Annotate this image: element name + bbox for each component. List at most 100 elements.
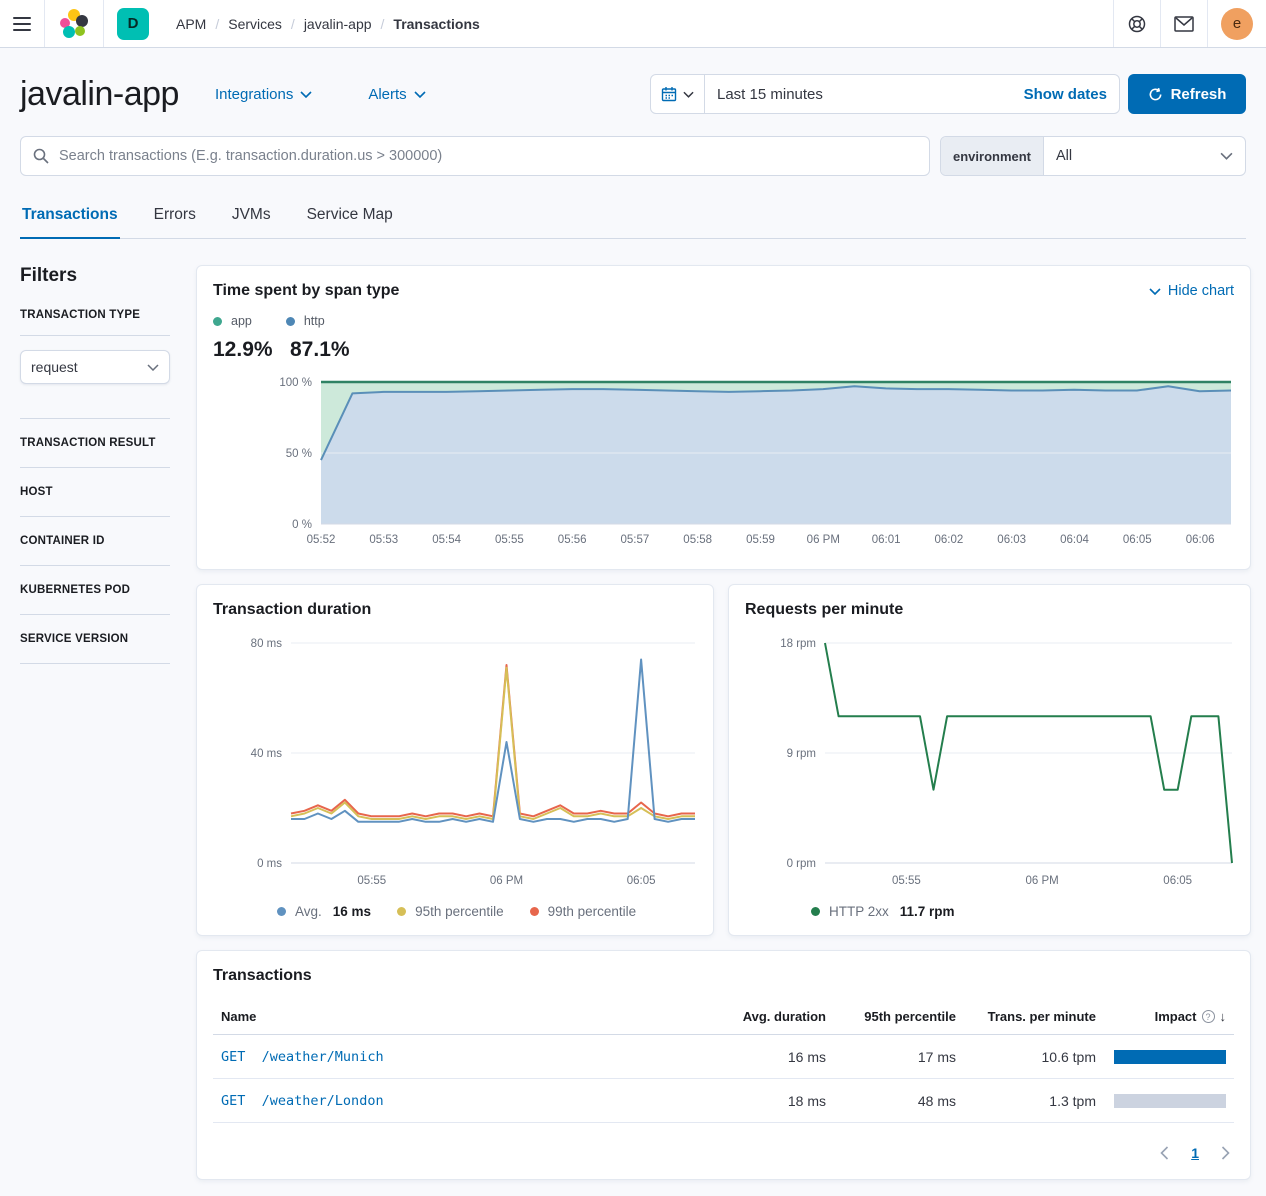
space-selector[interactable]: D xyxy=(104,0,162,47)
avg-duration-value: 16 ms xyxy=(714,1035,834,1079)
date-picker-quick-menu[interactable] xyxy=(651,75,705,113)
filter-kubernetes-pod[interactable]: KUBERNETES POD xyxy=(20,580,170,600)
duration-chart[interactable]: 0 ms40 ms80 ms05:5506 PM06:05 xyxy=(213,633,697,894)
legend-http-2xx[interactable]: HTTP 2xx 11.7 rpm xyxy=(811,904,955,919)
transactions-table: Name Avg. duration 95th percentile Trans… xyxy=(213,999,1234,1123)
requests-per-minute-panel: Requests per minute 0 rpm9 rpm18 rpm05:5… xyxy=(728,584,1251,936)
environment-select[interactable]: environment All xyxy=(940,136,1246,176)
tab-service-map[interactable]: Service Map xyxy=(305,196,395,238)
svg-text:18 rpm: 18 rpm xyxy=(780,638,816,650)
svg-text:06:05: 06:05 xyxy=(627,875,656,887)
breadcrumb-services[interactable]: Services xyxy=(228,16,282,32)
svg-text:05:56: 05:56 xyxy=(558,534,587,546)
help-menu-button[interactable] xyxy=(1114,0,1160,47)
refresh-button[interactable]: Refresh xyxy=(1128,74,1246,114)
service-tabs: Transactions Errors JVMs Service Map xyxy=(20,196,1246,239)
date-picker: Last 15 minutes Show dates xyxy=(650,74,1120,114)
rpm-title: Requests per minute xyxy=(745,601,1234,619)
page-number[interactable]: 1 xyxy=(1191,1145,1199,1161)
sort-desc-icon[interactable]: ↓ xyxy=(1220,1009,1227,1024)
app-percentage: 12.9% xyxy=(213,338,290,362)
service-header: javalin-app Integrations Alerts xyxy=(20,74,1246,114)
span-type-legend: app http xyxy=(213,314,1234,328)
alerts-menu[interactable]: Alerts xyxy=(368,86,425,103)
legend-95th[interactable]: 95th percentile xyxy=(397,904,504,919)
tab-jvms[interactable]: JVMs xyxy=(230,196,273,238)
legend-http[interactable]: http xyxy=(286,314,325,328)
transactions-table-panel: Transactions Name Avg. duration 95th per… xyxy=(196,950,1251,1180)
col-avg-duration[interactable]: Avg. duration xyxy=(714,999,834,1035)
transaction-link-london[interactable]: GET /weather/London xyxy=(221,1093,384,1109)
page-title: javalin-app xyxy=(20,75,179,114)
search-icon xyxy=(33,148,49,164)
help-icon xyxy=(1127,14,1147,34)
rpm-chart[interactable]: 0 rpm9 rpm18 rpm05:5506 PM06:05 xyxy=(745,633,1234,894)
p95-dot-icon xyxy=(397,907,406,916)
transaction-type-select[interactable]: request xyxy=(20,350,170,384)
chevron-down-icon xyxy=(1149,288,1161,295)
transaction-type-value: request xyxy=(31,359,78,375)
svg-text:05:59: 05:59 xyxy=(746,534,775,546)
breadcrumb: APM / Services / javalin-app / Transacti… xyxy=(176,16,480,32)
col-95th-percentile[interactable]: 95th percentile xyxy=(834,999,964,1035)
filter-transaction-result[interactable]: TRANSACTION RESULT xyxy=(20,433,170,453)
svg-text:05:55: 05:55 xyxy=(357,875,386,887)
impact-bar xyxy=(1114,1094,1226,1108)
filter-service-version[interactable]: SERVICE VERSION xyxy=(20,629,170,649)
environment-value: All xyxy=(1056,148,1072,164)
filters-heading: Filters xyxy=(20,265,170,287)
svg-text:06:02: 06:02 xyxy=(935,534,964,546)
avg-duration-value: 18 ms xyxy=(714,1079,834,1123)
breadcrumb-apm[interactable]: APM xyxy=(176,16,206,32)
search-input[interactable] xyxy=(59,148,917,164)
svg-text:05:55: 05:55 xyxy=(892,875,921,887)
chevron-down-icon xyxy=(683,91,694,98)
pagination: 1 xyxy=(213,1139,1234,1163)
legend-99th[interactable]: 99th percentile xyxy=(530,904,637,919)
chevron-down-icon xyxy=(414,91,426,98)
span-type-chart[interactable]: 0 %50 %100 %05:5205:5305:5405:5505:5605:… xyxy=(213,376,1234,553)
filter-host[interactable]: HOST xyxy=(20,482,170,502)
chevron-down-icon xyxy=(300,91,312,98)
newsfeed-button[interactable] xyxy=(1161,0,1207,47)
tab-errors[interactable]: Errors xyxy=(152,196,198,238)
svg-text:05:57: 05:57 xyxy=(621,534,650,546)
svg-text:05:58: 05:58 xyxy=(683,534,712,546)
transaction-link-munich[interactable]: GET /weather/Munich xyxy=(221,1049,384,1065)
chevron-down-icon xyxy=(147,364,159,371)
svg-text:06:05: 06:05 xyxy=(1123,534,1152,546)
table-row: GET /weather/London 18 ms 48 ms 1.3 tpm xyxy=(213,1079,1234,1123)
main-menu-button[interactable] xyxy=(0,0,44,47)
col-impact[interactable]: Impact ? ↓ xyxy=(1104,999,1234,1035)
show-dates-link[interactable]: Show dates xyxy=(1024,86,1107,103)
avatar[interactable]: e xyxy=(1221,8,1253,40)
svg-text:05:53: 05:53 xyxy=(369,534,398,546)
environment-label: environment xyxy=(941,137,1044,175)
impact-help-icon[interactable]: ? xyxy=(1202,1010,1215,1023)
svg-text:80 ms: 80 ms xyxy=(251,638,283,650)
next-page-button[interactable] xyxy=(1221,1146,1230,1160)
space-badge[interactable]: D xyxy=(117,8,149,40)
legend-avg[interactable]: Avg. 16 ms xyxy=(277,904,371,919)
transaction-duration-panel: Transaction duration 0 ms40 ms80 ms05:55… xyxy=(196,584,714,936)
elastic-home-button[interactable] xyxy=(45,0,103,47)
col-trans-per-minute[interactable]: Trans. per minute xyxy=(964,999,1104,1035)
svg-text:0 %: 0 % xyxy=(292,519,312,531)
hamburger-icon[interactable] xyxy=(13,17,31,31)
legend-app[interactable]: app xyxy=(213,314,252,328)
refresh-label: Refresh xyxy=(1171,86,1227,103)
tab-transactions[interactable]: Transactions xyxy=(20,196,120,239)
svg-text:05:54: 05:54 xyxy=(432,534,461,546)
prev-page-button[interactable] xyxy=(1160,1146,1169,1160)
filter-container-id[interactable]: CONTAINER ID xyxy=(20,531,170,551)
hide-chart-link[interactable]: Hide chart xyxy=(1149,283,1234,299)
breadcrumb-service-name[interactable]: javalin-app xyxy=(304,16,372,32)
integrations-menu[interactable]: Integrations xyxy=(215,86,312,103)
user-menu-button[interactable]: e xyxy=(1208,0,1266,47)
svg-text:40 ms: 40 ms xyxy=(251,748,283,760)
search-bar xyxy=(20,136,930,176)
col-name[interactable]: Name xyxy=(213,999,714,1035)
time-range-value[interactable]: Last 15 minutes xyxy=(717,86,823,103)
avg-dot-icon xyxy=(277,907,286,916)
envelope-icon xyxy=(1174,16,1194,32)
